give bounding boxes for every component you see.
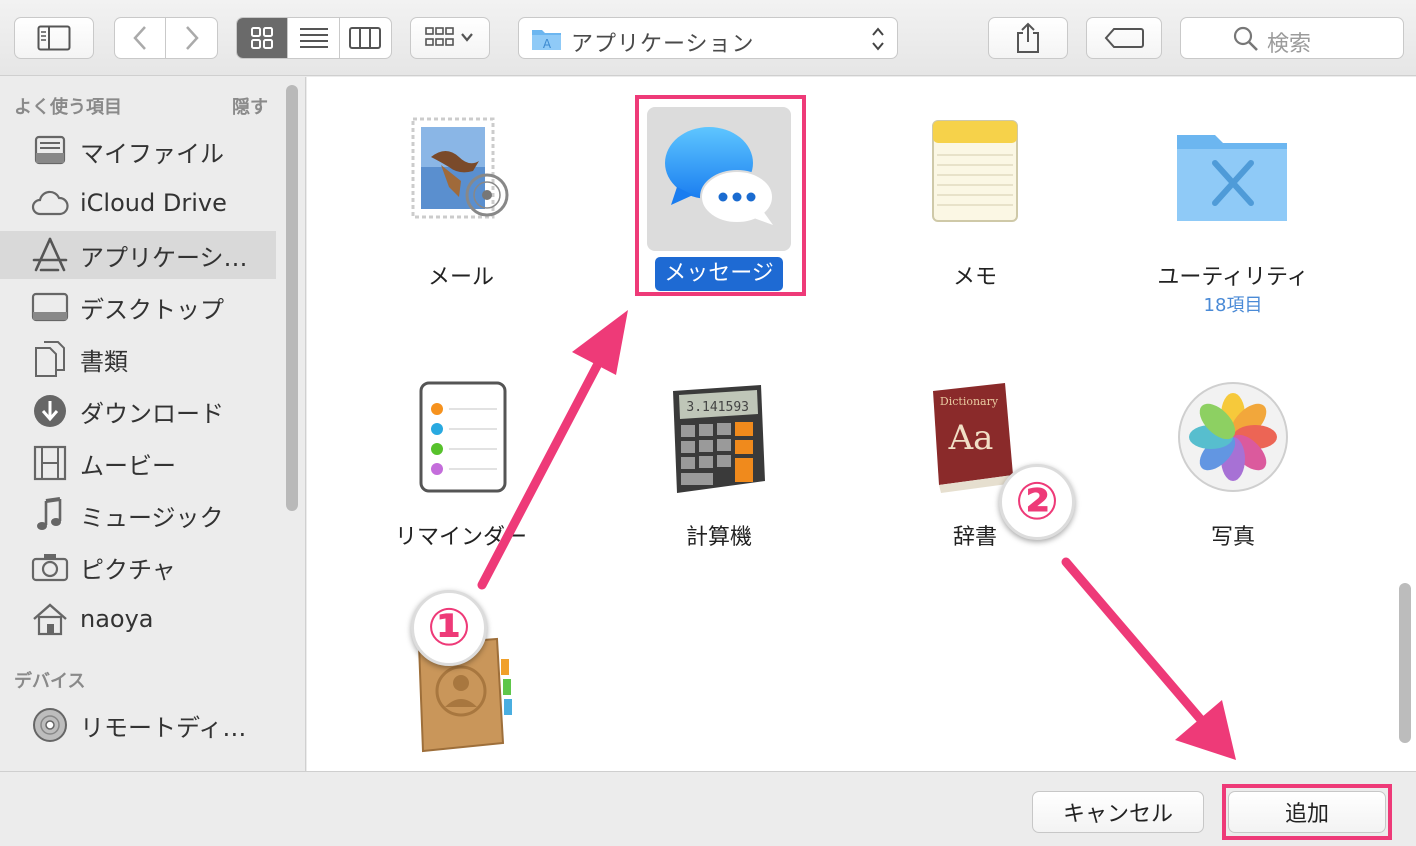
app-label: メール [427, 265, 494, 290]
sidebar-item-remote-disc[interactable]: リモートディ… [0, 701, 276, 749]
dialog-footer: キャンセル 追加 [0, 771, 1416, 846]
history-nav [114, 17, 218, 59]
app-label: ユーティリティ [1157, 265, 1309, 290]
tags-button[interactable] [1086, 17, 1162, 59]
grid-icon [251, 27, 274, 49]
sidebar-item-pictures[interactable]: ピクチャ [0, 543, 276, 591]
sidebar-item-label: ピクチャ [80, 555, 176, 584]
sidebar-icon [37, 25, 71, 51]
app-notes[interactable]: メモ [885, 107, 1065, 297]
sidebar-item-label: マイファイル [80, 139, 224, 168]
sidebar-toggle-button[interactable] [14, 17, 94, 59]
search-field[interactable]: 検索 [1180, 17, 1404, 59]
sidebar-item-movies[interactable]: ムービー [0, 439, 276, 487]
mail-stamp-icon [411, 117, 509, 219]
utilities-folder-icon [1177, 135, 1287, 221]
sidebar-item-applications[interactable]: アプリケーシ… [0, 231, 276, 279]
home-icon [30, 599, 70, 639]
camera-icon [30, 547, 70, 587]
sidebar-item-desktop[interactable]: デスクトップ [0, 283, 276, 331]
file-browser-grid: メール メッセージ メモ ユーティリティ 18項目 リマインダー 3.14159… [307, 77, 1416, 771]
sidebar-item-label: ダウンロード [80, 399, 224, 428]
dictionary-title: Dictionary [940, 395, 999, 408]
toolbar: A アプリケーション 検索 [0, 0, 1416, 76]
sidebar-item-downloads[interactable]: ダウンロード [0, 387, 276, 435]
reminders-icon [419, 381, 507, 493]
main-scrollbar[interactable] [1399, 583, 1411, 743]
updown-chevron-icon [872, 27, 884, 51]
chevron-left-icon [133, 26, 146, 50]
sidebar-item-label: アプリケーシ… [80, 243, 248, 272]
app-photos[interactable]: 写真 [1143, 377, 1323, 557]
sidebar-item-all-my-files[interactable]: マイファイル [0, 127, 276, 175]
applications-folder-icon: A [532, 30, 561, 51]
sidebar-item-label: 書類 [80, 347, 128, 376]
disc-icon [30, 705, 70, 745]
hide-favorites-link[interactable]: 隠す [232, 93, 268, 119]
sidebar-item-icloud-drive[interactable]: iCloud Drive [0, 179, 276, 227]
columns-icon [349, 27, 382, 49]
view-mode-control [236, 17, 392, 59]
notes-icon [932, 120, 1018, 222]
sidebar-item-home[interactable]: naoya [0, 595, 276, 643]
highlight-add-button [1222, 784, 1392, 840]
path-label: アプリケーション [571, 32, 755, 57]
devices-header: デバイス [14, 671, 86, 692]
desktop-icon [30, 287, 70, 327]
search-icon [1233, 26, 1258, 51]
app-utilities-folder[interactable]: ユーティリティ 18項目 [1143, 107, 1323, 317]
sidebar-item-label: naoya [80, 605, 154, 633]
step-2-badge: ② [999, 464, 1075, 540]
applications-icon [30, 235, 70, 275]
calculator-icon: 3.141593 [673, 385, 765, 493]
app-reminders[interactable]: リマインダー [371, 377, 551, 557]
icon-view-button[interactable] [237, 18, 289, 58]
app-mail[interactable]: メール [371, 107, 551, 297]
forward-button[interactable] [166, 18, 217, 58]
app-item-count: 18項目 [1203, 295, 1263, 316]
sidebar: よく使う項目 隠す マイファイル iCloud Drive アプリケーシ… デス… [0, 77, 306, 771]
list-icon [299, 28, 328, 48]
sidebar-item-documents[interactable]: 書類 [0, 335, 276, 383]
app-label: 写真 [1210, 525, 1255, 550]
documents-icon [30, 339, 70, 379]
app-label: 計算機 [685, 525, 752, 550]
step-1-badge: ① [411, 590, 487, 666]
highlight-messages [635, 95, 806, 296]
photos-icon [1178, 382, 1288, 492]
all-my-files-icon [30, 131, 70, 171]
sidebar-item-label: リモートディ… [80, 713, 247, 742]
sidebar-item-label: デスクトップ [80, 295, 224, 324]
sidebar-item-label: ムービー [80, 451, 176, 480]
search-placeholder: 検索 [1267, 32, 1312, 57]
app-label: メモ [952, 265, 997, 290]
tag-icon [1104, 28, 1144, 48]
calculator-display: 3.141593 [686, 400, 749, 415]
app-label: リマインダー [394, 525, 527, 550]
column-view-button[interactable] [340, 18, 391, 58]
arrange-button[interactable] [410, 17, 490, 59]
sidebar-scrollbar[interactable] [286, 85, 298, 511]
cloud-icon [30, 183, 70, 223]
path-popup-button[interactable]: A アプリケーション [518, 17, 898, 59]
share-button[interactable] [988, 17, 1068, 59]
arrange-grid-icon [425, 27, 473, 46]
share-icon [1017, 22, 1039, 53]
cancel-button[interactable]: キャンセル [1032, 791, 1204, 833]
sidebar-item-label: iCloud Drive [80, 189, 227, 217]
dictionary-glyph: Aa [948, 418, 994, 458]
music-note-icon [30, 495, 70, 535]
back-button[interactable] [115, 18, 167, 58]
sidebar-item-label: ミュージック [80, 503, 224, 532]
sidebar-item-music[interactable]: ミュージック [0, 491, 276, 539]
favorites-header: よく使う項目 [14, 97, 122, 118]
add-application-dialog: A アプリケーション 検索 よく使う項目 隠す マイファイル iCloud Dr… [0, 0, 1416, 846]
app-calculator[interactable]: 3.141593 計算機 [629, 377, 809, 557]
download-icon [30, 391, 70, 431]
film-icon [30, 443, 70, 483]
svg-text:A: A [543, 37, 552, 51]
chevron-right-icon [185, 26, 199, 50]
list-view-button[interactable] [288, 18, 340, 58]
